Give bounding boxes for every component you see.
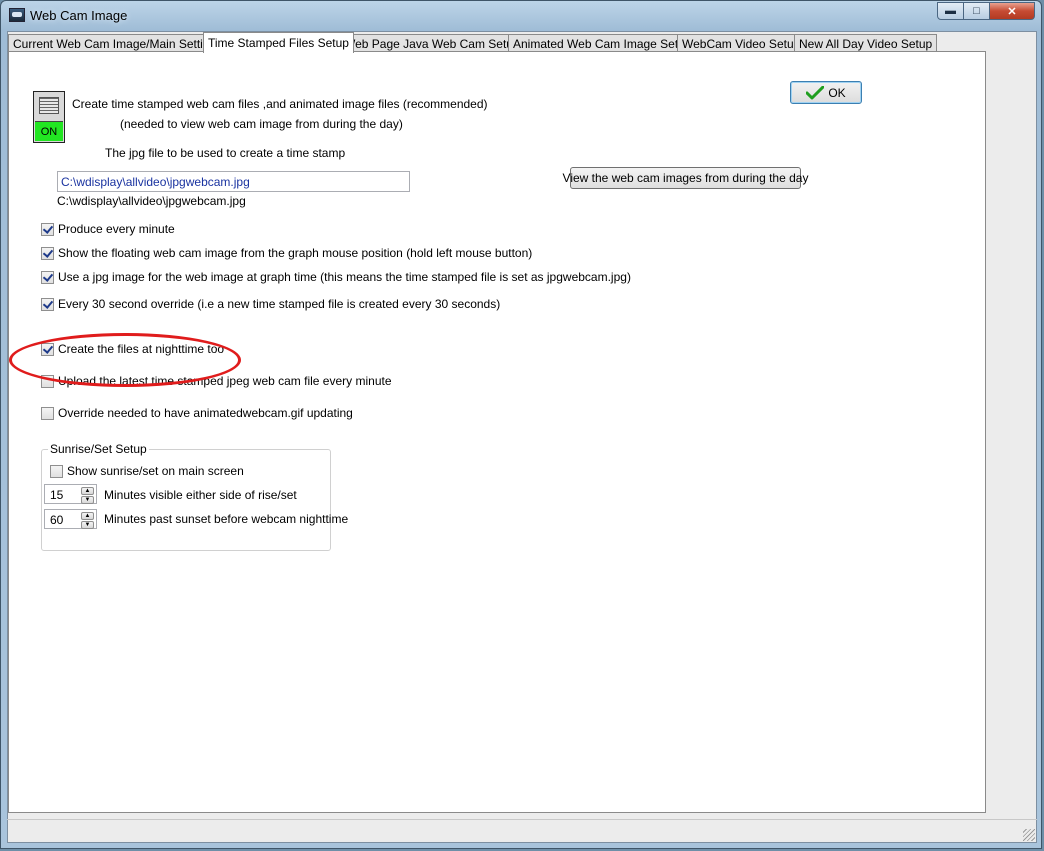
tab-time-stamped-files-setup[interactable]: Time Stamped Files Setup (203, 32, 354, 53)
jpg-file-input[interactable] (57, 171, 410, 192)
create-files-description: Create time stamped web cam files ,and a… (72, 97, 488, 111)
tab-webcam-video-setup[interactable]: WebCam Video Setup (677, 34, 806, 52)
show-sunrise-set-checkbox[interactable]: Show sunrise/set on main screen (50, 464, 244, 478)
checkbox-label: Override needed to have animatedwebcam.g… (58, 406, 353, 420)
checkbox-box[interactable] (50, 464, 63, 478)
ok-button[interactable]: OK (790, 81, 862, 104)
spinner-up-icon[interactable]: ▲ (81, 512, 94, 520)
checkbox-label: Show the floating web cam image from the… (58, 246, 533, 260)
checkbox-box[interactable] (41, 270, 54, 284)
switch-grip-icon (39, 97, 59, 114)
use-jpg-image-checkbox[interactable]: Use a jpg image for the web image at gra… (41, 270, 631, 284)
checkbox-box[interactable] (41, 374, 54, 388)
checkbox-label: Upload the latest time stamped jpeg web … (58, 374, 392, 388)
minutes-past-sunset-label: Minutes past sunset before webcam nightt… (104, 512, 349, 526)
checkbox-label: Produce every minute (58, 222, 175, 236)
spinner-arrows: ▲ ▼ (81, 512, 94, 529)
time-stamped-files-panel: ON Create time stamped web cam files ,an… (8, 51, 986, 813)
produce-every-minute-checkbox[interactable]: Produce every minute (41, 222, 175, 236)
status-bar (7, 819, 1037, 843)
jpg-path-display: C:\wdisplay\allvideo\jpgwebcam.jpg (57, 194, 246, 208)
ok-label: OK (828, 85, 846, 100)
minutes-visible-spinner[interactable]: 15 ▲ ▼ (44, 484, 97, 504)
jpg-file-label: The jpg file to be used to create a time… (105, 146, 346, 160)
checkbox-label: Use a jpg image for the web image at gra… (58, 270, 631, 284)
create-files-nighttime-checkbox[interactable]: Create the files at nighttime too (41, 342, 224, 356)
close-button[interactable]: ✕ (990, 2, 1035, 20)
tab-new-all-day-video-setup[interactable]: New All Day Video Setup (794, 34, 938, 52)
minutes-visible-label: Minutes visible either side of rise/set (104, 488, 297, 502)
checkbox-box[interactable] (41, 246, 54, 260)
minimize-button[interactable]: ▬ (937, 2, 964, 20)
green-check-icon (806, 85, 825, 99)
upload-latest-jpeg-checkbox[interactable]: Upload the latest time stamped jpeg web … (41, 374, 392, 388)
minutes-past-sunset-spinner[interactable]: 60 ▲ ▼ (44, 509, 97, 529)
view-web-cam-images-button[interactable]: View the web cam images from during the … (563, 167, 808, 189)
checkbox-box[interactable] (41, 406, 54, 420)
spinner-value: 60 (50, 513, 64, 527)
show-floating-image-checkbox[interactable]: Show the floating web cam image from the… (41, 246, 532, 260)
maximize-icon: □ (973, 5, 980, 17)
title-bar[interactable]: Web Cam Image ▬ □ ✕ (1, 1, 1041, 31)
on-off-switch[interactable]: ON (33, 91, 65, 143)
spinner-arrows: ▲ ▼ (81, 487, 94, 504)
client-area: Current Web Cam Image/Main Settings Time… (7, 31, 1037, 843)
checkbox-box[interactable] (41, 297, 54, 311)
tab-current-web-cam-image[interactable]: Current Web Cam Image/Main Settings (8, 34, 228, 52)
spinner-down-icon[interactable]: ▼ (81, 496, 94, 504)
thirty-second-override-checkbox[interactable]: Every 30 second override (i.e a new time… (41, 297, 500, 311)
maximize-button[interactable]: □ (964, 2, 990, 20)
checkbox-label: Show sunrise/set on main screen (67, 464, 244, 478)
sunrise-set-legend: Sunrise/Set Setup (48, 442, 149, 456)
override-animated-gif-checkbox[interactable]: Override needed to have animatedwebcam.g… (41, 406, 353, 420)
tab-animated-web-cam-image-setup[interactable]: Animated Web Cam Image Setup (508, 34, 697, 52)
window-controls: ▬ □ ✕ (937, 2, 1035, 20)
spinner-down-icon[interactable]: ▼ (81, 521, 94, 529)
webcam-app-icon (9, 8, 25, 22)
tab-web-page-java-web-cam-setup[interactable]: Web Page Java Web Cam Setup (339, 34, 525, 52)
sunrise-set-groupbox: Sunrise/Set Setup Show sunrise/set on ma… (41, 442, 348, 551)
checkbox-box[interactable] (41, 222, 54, 236)
app-window: Web Cam Image ▬ □ ✕ Current Web Cam Imag… (0, 0, 1042, 849)
spinner-up-icon[interactable]: ▲ (81, 487, 94, 495)
spinner-value: 15 (50, 488, 64, 502)
checkbox-label: Every 30 second override (i.e a new time… (58, 297, 501, 311)
resize-grip-icon[interactable] (1023, 829, 1035, 841)
window-title: Web Cam Image (30, 8, 128, 23)
checkbox-box[interactable] (41, 342, 54, 356)
checkbox-label: Create the files at nighttime too (58, 342, 225, 356)
close-icon: ✕ (1007, 5, 1017, 18)
switch-on-label: ON (35, 121, 63, 141)
needed-description: (needed to view web cam image from durin… (120, 117, 403, 131)
tab-strip: Current Web Cam Image/Main Settings Time… (8, 32, 1036, 53)
minimize-icon: ▬ (945, 5, 956, 17)
